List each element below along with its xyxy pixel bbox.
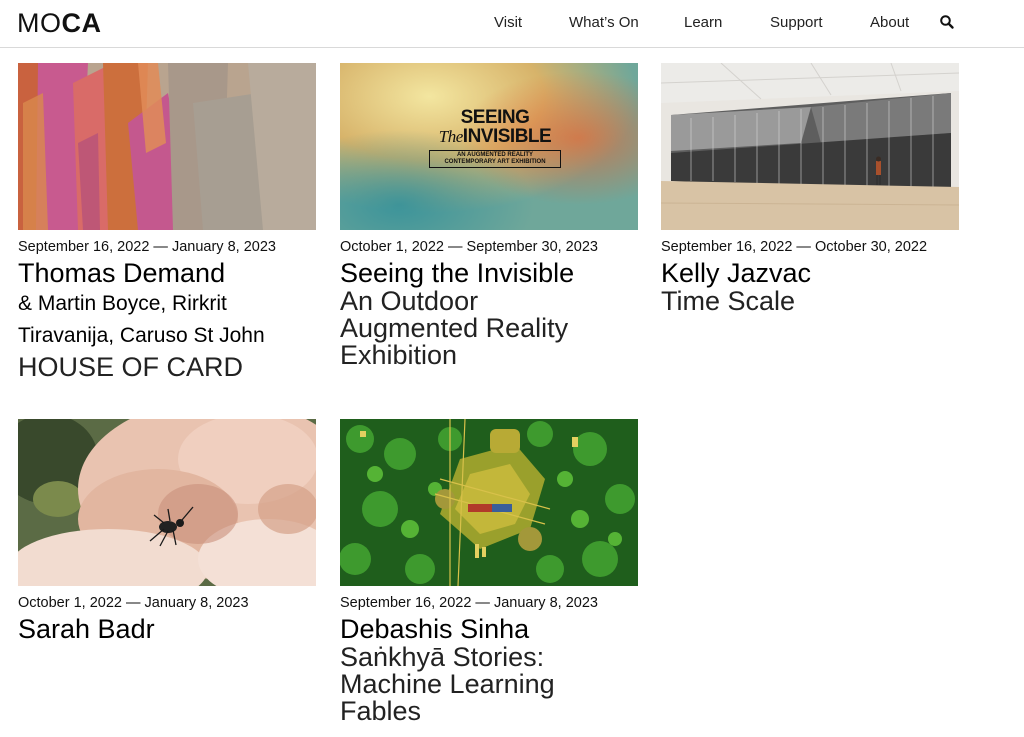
nav-whats-on[interactable]: What’s On bbox=[569, 14, 639, 32]
site-header: MOCA Visit What’s On Learn Support About bbox=[0, 0, 1024, 48]
search-icon[interactable] bbox=[939, 14, 955, 30]
exhibition-image-sankhya-stories[interactable] bbox=[340, 419, 638, 586]
exhibition-dates: September 16, 2022 — January 8, 2023 bbox=[18, 239, 276, 255]
poster-headline: SEEING bbox=[460, 107, 530, 128]
nav-support[interactable]: Support bbox=[770, 14, 823, 32]
logo-prefix: MO bbox=[17, 8, 62, 38]
poster-subline: AN AUGMENTED REALITY bbox=[456, 152, 534, 158]
poster-headline: INVISIBLE bbox=[462, 126, 552, 147]
nav-learn[interactable]: Learn bbox=[684, 14, 722, 32]
exhibition-artist[interactable]: Debashis Sinha bbox=[340, 614, 638, 644]
exhibition-image-house-of-card[interactable] bbox=[18, 63, 316, 230]
exhibition-dates: September 16, 2022 — October 30, 2022 bbox=[661, 239, 928, 255]
nav-about[interactable]: About bbox=[870, 14, 909, 32]
exhibition-image-seeing-the-invisible[interactable]: SEEING TheINVISIBLE AN AUGMENTED REALITY… bbox=[340, 63, 638, 230]
exhibition-artist[interactable]: Seeing the Invisible bbox=[340, 258, 638, 288]
exhibition-dates: October 1, 2022 — September 30, 2023 bbox=[340, 239, 598, 255]
exhibition-card-kelly-jazvac[interactable]: September 16, 2022 — October 30, 2022 Ke… bbox=[661, 63, 959, 315]
exhibition-artist[interactable]: Thomas Demand bbox=[18, 258, 316, 288]
poster-text: SEEING TheINVISIBLE AN AUGMENTED REALITY… bbox=[420, 107, 570, 168]
exhibition-title-line[interactable]: Machine Learning bbox=[340, 671, 638, 698]
poster-headline-the: The bbox=[438, 127, 464, 146]
exhibition-title[interactable]: Time Scale bbox=[661, 288, 959, 315]
exhibition-co-artists: Tiravanija, Caruso St John bbox=[18, 324, 265, 347]
exhibition-card-debashis-sinha[interactable]: September 16, 2022 — January 8, 2023 Deb… bbox=[340, 419, 638, 725]
moca-logo[interactable]: MOCA bbox=[17, 9, 102, 37]
exhibition-image-sarah-badr[interactable] bbox=[18, 419, 316, 586]
exhibition-artist[interactable]: Kelly Jazvac bbox=[661, 258, 959, 288]
logo-suffix: CA bbox=[61, 8, 102, 38]
exhibition-dates: October 1, 2022 — January 8, 2023 bbox=[18, 595, 249, 611]
exhibition-card-sarah-badr[interactable]: October 1, 2022 — January 8, 2023 Sarah … bbox=[18, 419, 316, 644]
exhibition-artist[interactable]: Sarah Badr bbox=[18, 614, 316, 644]
exhibition-card-demand[interactable]: September 16, 2022 — January 8, 2023 Tho… bbox=[18, 63, 316, 381]
exhibition-title-line[interactable]: An Outdoor bbox=[340, 288, 638, 315]
exhibition-image-time-scale[interactable] bbox=[661, 63, 959, 230]
exhibition-title-line[interactable]: Augmented Reality bbox=[340, 315, 638, 342]
exhibition-card-seeing-the-invisible[interactable]: SEEING TheINVISIBLE AN AUGMENTED REALITY… bbox=[340, 63, 638, 369]
exhibition-dates: September 16, 2022 — January 8, 2023 bbox=[340, 595, 598, 611]
exhibition-co-artists: & Martin Boyce, Rirkrit bbox=[18, 292, 227, 315]
poster-subline: CONTEMPORARY ART EXHIBITION bbox=[444, 159, 546, 165]
nav-visit[interactable]: Visit bbox=[494, 14, 522, 32]
poster-subline-box: AN AUGMENTED REALITY CONTEMPORARY ART EX… bbox=[429, 150, 561, 168]
exhibition-title-line[interactable]: Fables bbox=[340, 698, 638, 725]
exhibition-title-line[interactable]: Exhibition bbox=[340, 342, 638, 369]
exhibition-title-line[interactable]: Saṅkhyā Stories: bbox=[340, 644, 638, 671]
exhibition-title[interactable]: HOUSE OF CARD bbox=[18, 354, 316, 381]
